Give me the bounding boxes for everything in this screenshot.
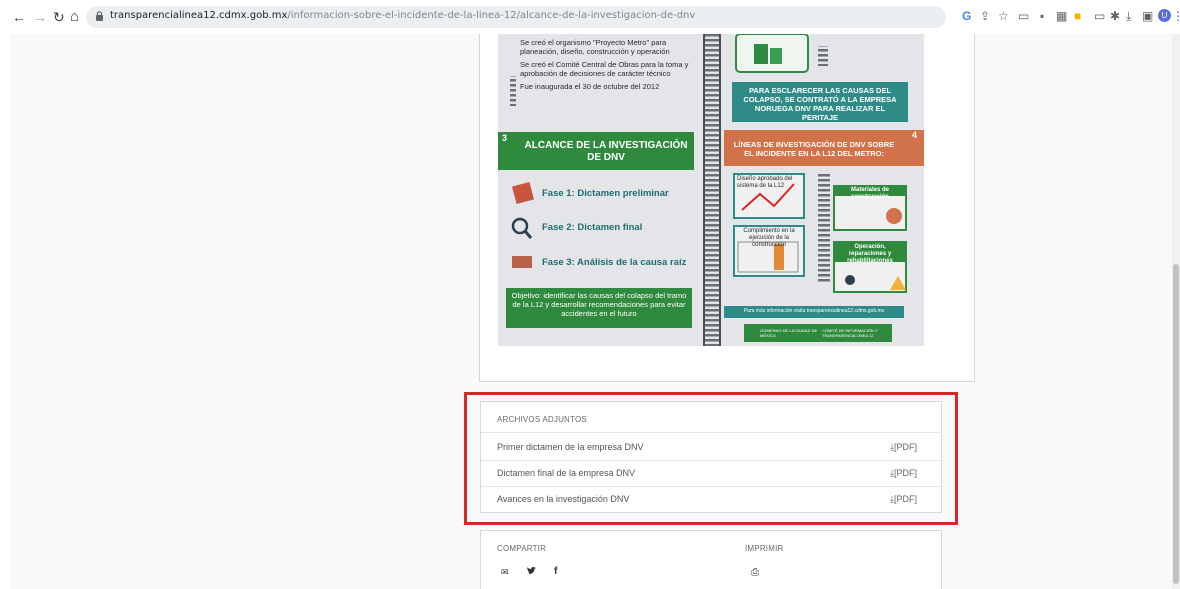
google-lens-icon[interactable]: G (962, 8, 971, 24)
browser-toolbar: ← → ↻ ⌂ transparencialinea12.cdmx.gob.mx… (0, 0, 1180, 34)
line-4: Operación, reparaciones y rehabilitacion… (847, 244, 893, 264)
share-page-icon[interactable]: ⇪ (980, 8, 990, 24)
scrollbar-thumb[interactable] (1173, 264, 1179, 584)
page-viewport: Se creó el organismo "Proyecto Metro" pa… (10, 34, 1172, 589)
home-button[interactable]: ⌂ (70, 9, 79, 25)
line-2: Materiales de construcción (850, 187, 890, 200)
bullet-3: Fue inaugurada el 30 de octubre del 2012 (520, 82, 660, 91)
extensions-puzzle-icon[interactable]: ✱ (1110, 8, 1120, 24)
share-title: COMPARTIR (497, 544, 547, 553)
forward-button[interactable]: → (33, 9, 47, 25)
bookmark-star-icon[interactable]: ☆ (998, 8, 1009, 24)
highlight-box (464, 392, 958, 525)
extension-icon[interactable]: ▪ (1040, 8, 1044, 24)
page-scrollbar[interactable] (1172, 34, 1180, 589)
bullet-1: Se creó el organismo "Proyecto Metro" pa… (520, 38, 670, 56)
section3-number: 3 (502, 133, 508, 143)
download-icon[interactable]: ⤓ (1126, 8, 1131, 24)
profile-avatar[interactable]: U (1158, 9, 1171, 22)
lock-icon[interactable] (95, 11, 104, 23)
line-1: Diseño aprobado del sistema de la L12 (737, 176, 793, 189)
share-panel: COMPARTIR IMPRIMIR ✉ f ⎙ (480, 530, 942, 589)
url-path: /informacion-sobre-el-incidente-de-la-li… (287, 10, 696, 21)
phase-3: Fase 3: Análisis de la causa raíz (542, 257, 687, 268)
bullet-2: Se creó el Comité Central de Obras para … (520, 60, 689, 78)
facebook-icon[interactable]: f (554, 566, 557, 577)
url-host: transparencialinea12.cdmx.gob.mx (110, 10, 288, 21)
back-button[interactable]: ← (12, 9, 26, 25)
twitter-icon[interactable] (527, 567, 536, 577)
section3-title: ALCANCE DE LA INVESTIGACIÓN DE DNV (524, 140, 688, 163)
footer-right-logo: COMITÉ DE INFORMACIÓN Y TRANSPARENCIA LÍ… (822, 328, 878, 338)
menu-kebab-icon[interactable]: ⋮ (1172, 8, 1180, 24)
printer-icon[interactable]: ⎙ (751, 567, 759, 578)
section4-title: LÍNEAS DE INVESTIGACIÓN DE DNV SOBRE EL … (733, 140, 895, 158)
line-3: Cumplimiento en la ejecución de la const… (743, 228, 795, 248)
extension-icon[interactable]: ▦ (1056, 8, 1067, 24)
dnv-note: PARA ESCLARECER LAS CAUSAS DEL COLAPSO, … (743, 86, 897, 122)
address-bar[interactable]: transparencialinea12.cdmx.gob.mx/informa… (86, 6, 946, 28)
footer-left-logo: GOBIERNO DE LA CIUDAD DE MÉXICO (760, 328, 818, 338)
url-text[interactable]: transparencialinea12.cdmx.gob.mx/informa… (110, 10, 695, 21)
extension-icon[interactable]: ▭ (1094, 8, 1105, 24)
extension-icon[interactable]: ■ (1074, 8, 1081, 24)
more-info-text: Para más información visita transparenci… (743, 308, 885, 314)
infographic-image: Se creó el organismo "Proyecto Metro" pa… (498, 34, 924, 346)
phase-1: Fase 1: Dictamen preliminar (542, 188, 669, 199)
objective-text: Objetivo: identificar las causas del col… (511, 291, 687, 318)
print-title: IMPRIMIR (745, 544, 784, 553)
phase-2: Fase 2: Dictamen final (542, 222, 643, 233)
reload-button[interactable]: ↻ (53, 9, 65, 25)
cast-icon[interactable]: ▭ (1018, 8, 1029, 24)
side-panel-icon[interactable]: ▣ (1142, 8, 1153, 24)
email-icon[interactable]: ✉ (501, 567, 509, 578)
section4-number: 4 (912, 130, 918, 140)
